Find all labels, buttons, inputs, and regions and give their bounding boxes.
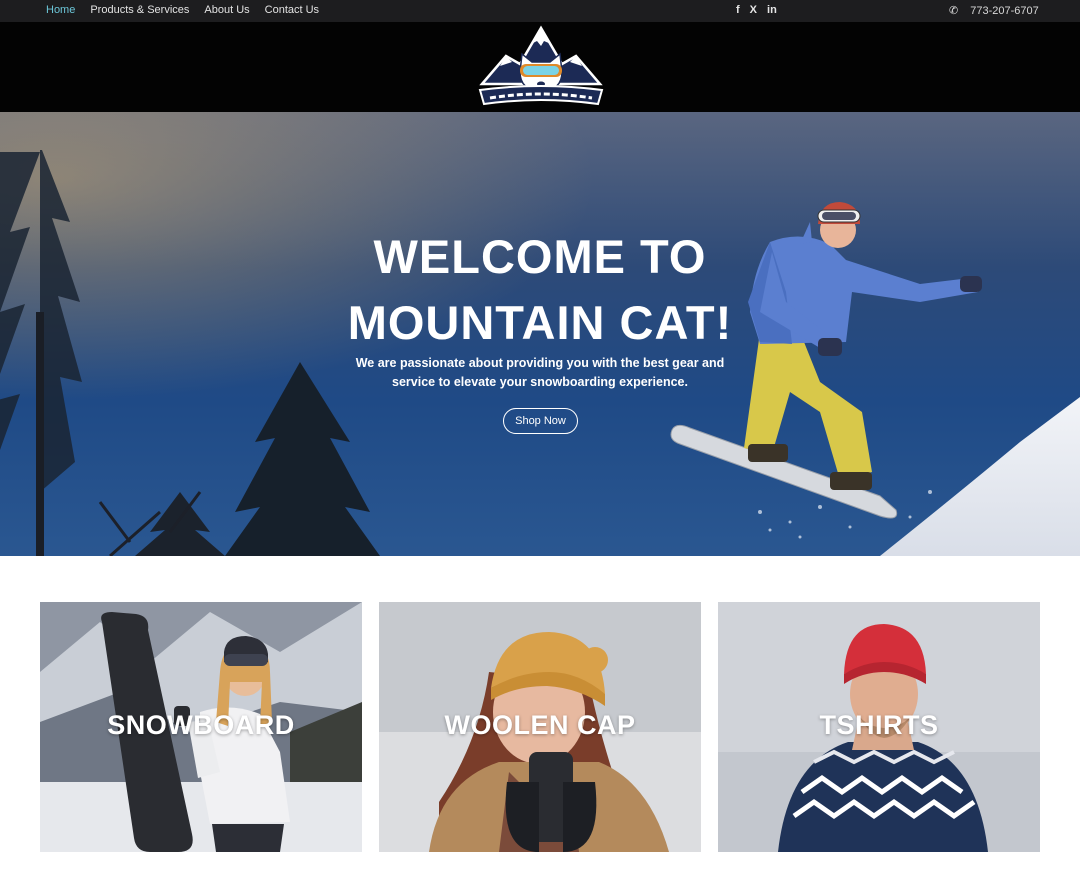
category-label-tshirts: TSHIRTS bbox=[819, 710, 939, 740]
main-nav: Home Products & Services About Us Contac… bbox=[46, 4, 319, 16]
nav-contact-us[interactable]: Contact Us bbox=[265, 4, 319, 16]
hero-title-line-1: WELCOME TO bbox=[373, 230, 707, 283]
hero-subtitle-line-1: We are passionate about providing you wi… bbox=[355, 356, 725, 370]
category-card-woolen-cap[interactable]: WOOLEN CAP bbox=[379, 602, 701, 852]
hero-subtitle: We are passionate about providing you wi… bbox=[320, 354, 760, 392]
phone-number[interactable]: 773-207-6707 bbox=[970, 5, 1039, 17]
phone-contact: ✆ 773-207-6707 bbox=[949, 4, 1039, 18]
hero-title-line-2: MOUNTAIN CAT! bbox=[347, 296, 733, 349]
category-label-snowboard: SNOWBOARD bbox=[107, 710, 295, 740]
logo-bar bbox=[0, 22, 1080, 112]
category-label-woolen-cap: WOOLEN CAP bbox=[444, 710, 636, 740]
top-bar: Home Products & Services About Us Contac… bbox=[0, 0, 1080, 22]
shop-now-button[interactable]: Shop Now bbox=[503, 408, 578, 434]
category-card-snowboard[interactable]: SNOWBOARD bbox=[40, 602, 362, 852]
hero-banner: WELCOME TO MOUNTAIN CAT! We are passiona… bbox=[0, 112, 1080, 556]
nav-about-us[interactable]: About Us bbox=[204, 4, 249, 16]
hero-title: WELCOME TO MOUNTAIN CAT! bbox=[300, 224, 780, 356]
hero-subtitle-line-2: service to elevate your snowboarding exp… bbox=[392, 375, 688, 389]
nav-home[interactable]: Home bbox=[46, 4, 75, 16]
social-links: f X in bbox=[736, 4, 777, 16]
phone-icon: ✆ bbox=[949, 5, 959, 17]
mountain-cat-logo[interactable] bbox=[476, 24, 606, 110]
x-icon[interactable]: X bbox=[750, 4, 757, 16]
nav-products-services[interactable]: Products & Services bbox=[90, 4, 189, 16]
linkedin-icon[interactable]: in bbox=[767, 4, 777, 16]
category-card-tshirts[interactable]: TSHIRTS bbox=[718, 602, 1040, 852]
facebook-icon[interactable]: f bbox=[736, 4, 740, 16]
